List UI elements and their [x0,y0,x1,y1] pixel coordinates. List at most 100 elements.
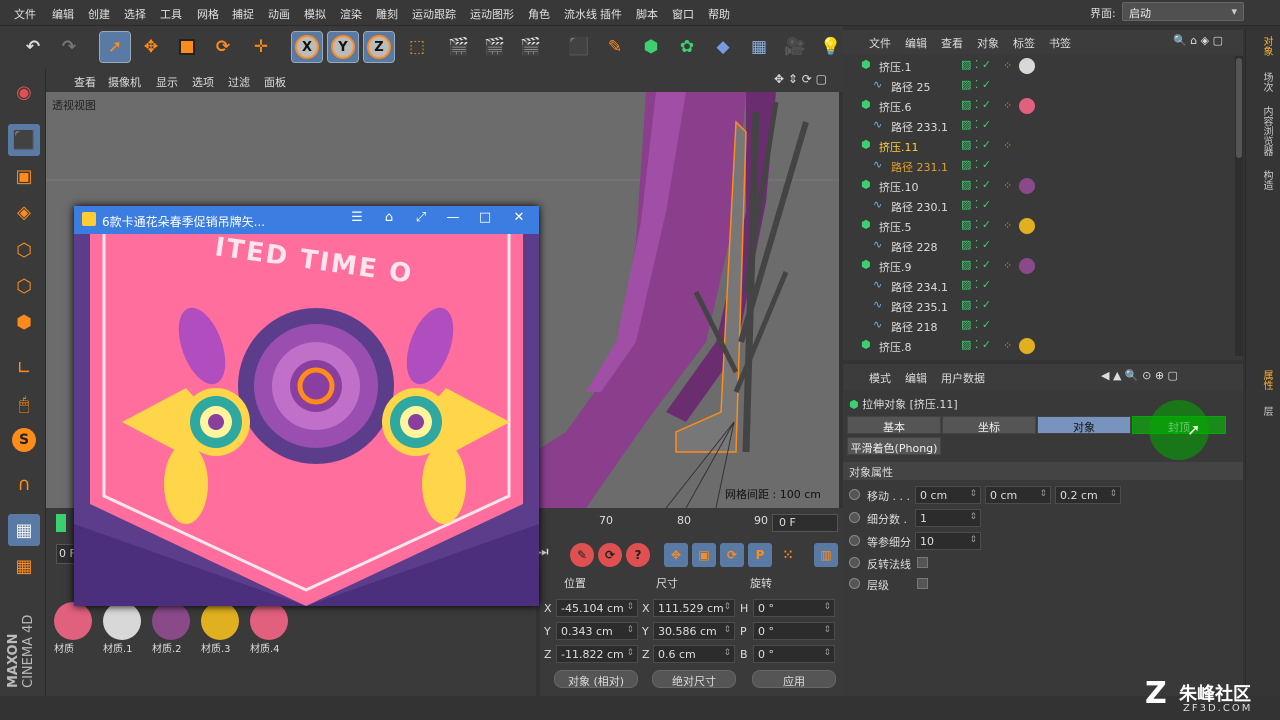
rot-p-field[interactable]: 0 ° [753,622,835,640]
deformer-icon[interactable]: ◆ [708,32,738,62]
redo-icon[interactable]: ↷ [54,32,84,62]
menu-item[interactable]: 渲染 [340,6,362,22]
grid-lock-icon[interactable]: ▦ [8,514,40,546]
record-key-icon[interactable]: ✎ [570,543,594,567]
menu-item[interactable]: 雕刻 [376,6,398,22]
visibility-icon[interactable]: ▨ ⁚ ✓ [961,258,991,271]
move-x-field[interactable]: 0 cm [915,486,981,504]
make-editable-icon[interactable]: ◉ [8,76,40,108]
visibility-icon[interactable]: ▨ ⁚ ✓ [961,158,991,171]
apply-button[interactable]: 应用 [752,670,836,688]
material-item[interactable]: 材质.2 [148,600,194,655]
timeline-window-icon[interactable]: ▥ [814,543,838,567]
material-item[interactable]: 材质 [50,600,96,655]
tab-content-browser-vertical[interactable]: 内容浏览器 [1254,106,1274,156]
y-axis-icon[interactable]: Y [327,31,359,63]
object-row[interactable]: ⬢ 挤压.11 ▨ ⁚ ✓ ⁘ [843,136,1235,156]
tab-layers-vertical[interactable]: 层 [1254,406,1274,416]
hierarchy-checkbox[interactable] [917,578,928,589]
key-pla-icon[interactable]: ⁙ [776,543,800,567]
axis-mode-icon[interactable]: ∟ [8,352,40,384]
menu-item[interactable]: 选择 [124,6,146,22]
pos-x-field[interactable]: -45.104 cm [556,599,638,617]
object-menu-item[interactable]: 对象 [977,35,999,51]
move-icon[interactable]: ✥ [136,32,166,62]
iso-field[interactable]: 10 [915,532,981,550]
viewport-menu-item[interactable]: 过滤 [228,74,250,90]
cloner-icon[interactable]: ✿ [672,32,702,62]
solo-icon[interactable]: ▦ [8,550,40,582]
viewport-menu-item[interactable]: 摄像机 [108,74,141,90]
rot-b-field[interactable]: 0 ° [753,645,835,663]
object-row[interactable]: ∿ 路径 233.1 ▨ ⁚ ✓ [843,116,1235,136]
viewport-menu-item[interactable]: 显示 [156,74,178,90]
render-picture-icon[interactable]: 🎬 [480,32,510,62]
material-item[interactable]: 材质.3 [197,600,243,655]
menu-item[interactable]: 插件 [600,6,622,22]
render-view-icon[interactable]: 🎬 [444,32,474,62]
menu-item[interactable]: 窗口 [672,6,694,22]
keyframe-selection-icon[interactable]: ? [626,543,650,567]
magnet-icon[interactable]: ∩ [8,468,40,500]
material-item[interactable]: 材质.1 [99,600,145,655]
visibility-icon[interactable]: ▨ ⁚ ✓ [961,98,991,111]
end-frame-field[interactable]: 0 F [772,514,838,532]
visibility-icon[interactable]: ▨ ⁚ ✓ [961,238,991,251]
points-mode-icon[interactable]: ⬡ [8,234,40,266]
visibility-icon[interactable]: ▨ ⁚ ✓ [961,318,991,331]
attribute-menu-item[interactable]: 编辑 [905,370,927,386]
x-axis-icon[interactable]: X [291,31,323,63]
size-x-field[interactable]: 111.529 cm [653,599,735,617]
attribute-menu-item[interactable]: 用户数据 [941,370,985,386]
tab-takes-vertical[interactable]: 场次 [1254,72,1274,92]
coord-system-icon[interactable]: ⬚ [402,32,432,62]
material-item[interactable]: 材质.4 [246,600,292,655]
object-row[interactable]: ⬢ 挤压.8 ▨ ⁚ ✓ ⁘ [843,336,1235,356]
attribute-nav-icons[interactable]: ◀ ▲ 🔍 ⊙ ⊕ ▢ [1101,369,1178,382]
menu-item[interactable]: 文件 [14,6,36,22]
tab-basic[interactable]: 基本 [847,416,941,434]
key-param-icon[interactable]: P [748,543,772,567]
tab-phong[interactable]: 平滑着色(Phong) [847,437,941,455]
object-row[interactable]: ⬢ 挤压.6 ▨ ⁚ ✓ ⁘ [843,96,1235,116]
tab-attributes-vertical[interactable]: 属性 [1254,370,1274,390]
attribute-menu-item[interactable]: 模式 [869,370,891,386]
object-row[interactable]: ∿ 路径 218 ▨ ⁚ ✓ [843,316,1235,336]
menu-icon[interactable]: ☰ [346,210,368,230]
anim-radio[interactable] [849,535,860,546]
menu-item[interactable]: 角色 [528,6,550,22]
object-scrollbar[interactable] [1235,56,1243,356]
light-icon[interactable]: 💡 [816,32,846,62]
phong-tag-icon[interactable]: ⁘ [1003,219,1012,232]
visibility-icon[interactable]: ▨ ⁚ ✓ [961,118,991,131]
flip-normals-checkbox[interactable] [917,557,928,568]
cube-icon[interactable]: ⬛ [564,32,594,62]
menu-item[interactable]: 创建 [88,6,110,22]
tweak-icon[interactable]: 🖱 [8,388,40,420]
move-y-field[interactable]: 0 cm [985,486,1051,504]
snap-icon[interactable]: S [8,424,40,456]
menu-item[interactable]: 编辑 [52,6,74,22]
visibility-icon[interactable]: ▨ ⁚ ✓ [961,298,991,311]
visibility-icon[interactable]: ▨ ⁚ ✓ [961,198,991,211]
key-scale-icon[interactable]: ▣ [692,543,716,567]
menu-item[interactable]: 网格 [197,6,219,22]
phong-tag-icon[interactable]: ⁘ [1003,99,1012,112]
pos-y-field[interactable]: 0.343 cm [556,622,638,640]
rotate-icon[interactable]: ⟳ [208,32,238,62]
phong-tag-icon[interactable]: ⁘ [1003,179,1012,192]
object-menu-item[interactable]: 编辑 [905,35,927,51]
anim-radio[interactable] [849,557,860,568]
object-row[interactable]: ⬢ 挤压.1 ▨ ⁚ ✓ ⁘ [843,56,1235,76]
menu-item[interactable]: 模拟 [304,6,326,22]
live-select-icon[interactable]: ✛ [246,32,276,62]
anim-radio[interactable] [849,512,860,523]
object-row[interactable]: ∿ 路径 231.1 ▨ ⁚ ✓ [843,156,1235,176]
object-manager-nav-icons[interactable]: 🔍 ⌂ ◈ ▢ [1173,34,1223,47]
visibility-icon[interactable]: ▨ ⁚ ✓ [961,178,991,191]
size-y-field[interactable]: 30.586 cm [653,622,735,640]
visibility-icon[interactable]: ▨ ⁚ ✓ [961,58,991,71]
timeline-playhead[interactable] [56,514,66,532]
z-axis-icon[interactable]: Z [363,31,395,63]
size-mode-dropdown[interactable]: 绝对尺寸 [652,670,736,688]
